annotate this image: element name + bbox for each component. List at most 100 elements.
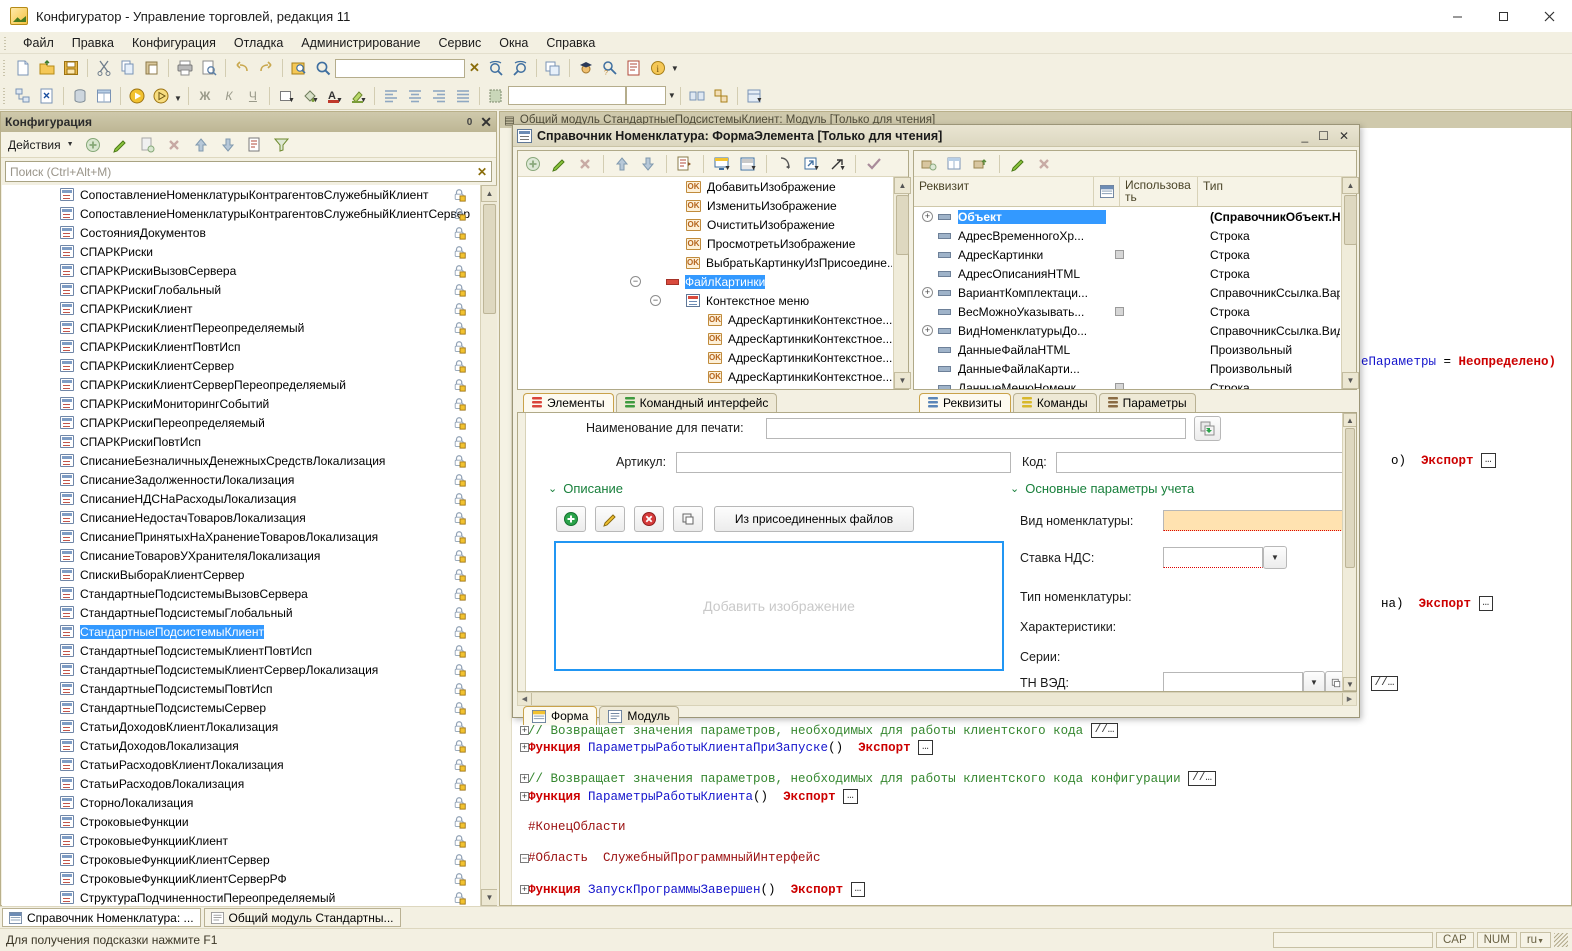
table-row[interactable]: + Объект (СправочникОбъект.Ном... xyxy=(914,207,1340,226)
collapse-arrow-icon[interactable] xyxy=(774,153,796,175)
print-name-input[interactable] xyxy=(766,418,1186,439)
split-display-icon[interactable]: ▼ xyxy=(737,153,759,175)
dialog-close-button[interactable]: ✕ xyxy=(1339,129,1349,143)
start-debug-client-icon[interactable] xyxy=(150,85,172,107)
search-icon[interactable] xyxy=(312,57,334,79)
vat-rate-dropdown-button[interactable]: ▼ xyxy=(1263,546,1287,569)
clear-search-icon[interactable]: ✕ xyxy=(469,60,480,76)
redo-icon[interactable] xyxy=(255,57,277,79)
group-icon[interactable] xyxy=(686,85,708,107)
close-button[interactable] xyxy=(1526,0,1572,32)
fill-color-icon[interactable]: ▼ xyxy=(299,85,321,107)
tree-item[interactable]: СПАРКРискиВызовСервера xyxy=(2,261,497,280)
element-tree-item[interactable]: OK ИзменитьИзображение xyxy=(518,196,892,215)
tree-item[interactable]: СписаниеЗадолженностиЛокализация xyxy=(2,470,497,489)
table-row[interactable]: АдресОписанияHTML Строка xyxy=(914,264,1340,283)
resize-grip[interactable] xyxy=(1554,933,1568,947)
toolbar-grip[interactable] xyxy=(2,86,8,105)
attributes-grid-scrollbar[interactable]: ▲ ▼ xyxy=(1341,177,1359,389)
table-row[interactable]: ДанныеФайлаHTML Произвольный xyxy=(914,340,1340,359)
article-input[interactable] xyxy=(676,452,1011,473)
align-center-icon[interactable] xyxy=(404,85,426,107)
row-expander[interactable]: + xyxy=(922,287,933,298)
tnved-dropdown-button[interactable]: ▼ xyxy=(1303,671,1325,691)
taskbar-button-catalog[interactable]: Справочник Номенклатура: ... xyxy=(2,908,201,927)
hscroll-track[interactable] xyxy=(532,693,1342,705)
tree-item[interactable]: СписаниеПринятыхНаХранениеТоваровЛокализ… xyxy=(2,527,497,546)
copy-icon[interactable] xyxy=(117,57,139,79)
add-attribute-icon[interactable] xyxy=(918,153,940,175)
tree-item[interactable]: СтандартныеПодсистемыСервер xyxy=(2,698,497,717)
add-image-button[interactable] xyxy=(556,506,586,532)
tab-attributes[interactable]: Реквизиты xyxy=(919,393,1011,412)
column-header-usage[interactable]: Использова ть xyxy=(1120,177,1198,206)
tree-item[interactable]: СПАРКРискиКлиентПовтИсп xyxy=(2,337,497,356)
save-icon[interactable] xyxy=(60,57,82,79)
tab-elements[interactable]: Элементы xyxy=(523,393,614,412)
print-icon[interactable] xyxy=(174,57,196,79)
tree-item[interactable]: СтроковыеФункции xyxy=(2,812,497,831)
database-icon[interactable] xyxy=(69,85,91,107)
syntax-check-icon[interactable]: ? xyxy=(599,57,621,79)
chevron-down-icon[interactable]: ▼ xyxy=(336,97,343,104)
scroll-down-button[interactable]: ▼ xyxy=(1343,677,1356,691)
tree-expander[interactable]: − xyxy=(630,276,641,287)
table-row[interactable]: ДанныеФайлаКарти... Произвольный xyxy=(914,359,1340,378)
tree-item[interactable]: СтатьиРасходовКлиентЛокализация xyxy=(2,755,497,774)
chevron-down-icon[interactable]: ⌄ xyxy=(1010,482,1019,495)
tree-item[interactable]: СПАРКРискиКлиент xyxy=(2,299,497,318)
delete-image-button[interactable] xyxy=(634,506,664,532)
new-file-icon[interactable] xyxy=(12,57,34,79)
menu-windows[interactable]: Окна xyxy=(490,34,537,52)
scroll-up-button[interactable]: ▲ xyxy=(481,185,497,202)
tree-item[interactable]: СтруктураПодчиненностиПереопределяемый xyxy=(2,888,497,906)
usage-checkbox[interactable] xyxy=(1114,250,1124,259)
find-in-files-icon[interactable] xyxy=(288,57,310,79)
collapsed-code-box[interactable]: //… xyxy=(1188,771,1216,786)
usage-checkbox[interactable] xyxy=(1114,383,1124,389)
row-expander[interactable]: + xyxy=(922,325,933,336)
chevron-down-icon[interactable]: ▼ xyxy=(67,141,74,148)
tree-item[interactable]: СПАРКРискиПовтИсп xyxy=(2,432,497,451)
element-tree-item-selected[interactable]: − ФайлКартинки xyxy=(518,272,892,291)
tnved-input[interactable] xyxy=(1163,672,1303,691)
table-row[interactable]: + ВариантКомплектаци... СправочникСсылка.В… xyxy=(914,283,1340,302)
element-tree-item[interactable]: OK АдресКартинкиКонтекстное... xyxy=(518,348,892,367)
tree-item[interactable]: СтандартныеПодсистемыПовтИсп xyxy=(2,679,497,698)
scroll-up-button[interactable]: ▲ xyxy=(1342,177,1359,194)
syntax-helper-icon[interactable] xyxy=(575,57,597,79)
undo-icon[interactable] xyxy=(231,57,253,79)
form-preview[interactable]: Наименование для печати: Артикул: Код: ⌄… xyxy=(517,412,1357,692)
tree-item-selected[interactable]: СтандартныеПодсистемыКлиент xyxy=(2,622,497,641)
paste-icon[interactable] xyxy=(141,57,163,79)
tree-item[interactable]: СПАРКРискиГлобальный xyxy=(2,280,497,299)
tab-commands[interactable]: Команды xyxy=(1012,393,1097,412)
ungroup-icon[interactable] xyxy=(710,85,732,107)
usage-checkbox[interactable] xyxy=(1114,307,1124,316)
chevron-down-icon[interactable]: ▼ xyxy=(668,91,676,100)
element-tree-item[interactable]: OK АдресКартинкиКонтекстное... xyxy=(518,310,892,329)
scroll-up-button[interactable]: ▲ xyxy=(894,177,911,194)
delete-attribute-icon[interactable] xyxy=(1033,153,1055,175)
column-header-attribute[interactable]: Реквизит xyxy=(914,177,1094,206)
check-icon[interactable] xyxy=(863,153,885,175)
scroll-thumb[interactable] xyxy=(483,204,496,314)
chevron-down-icon[interactable]: ⌄ xyxy=(548,482,557,495)
element-tree-item[interactable]: OK АдресКартинкиКонтекстное... xyxy=(518,329,892,348)
tab-form[interactable]: Форма xyxy=(523,706,598,725)
scroll-right-button[interactable]: ▶ xyxy=(1342,693,1356,705)
move-element-down-icon[interactable] xyxy=(637,153,659,175)
element-properties-icon[interactable] xyxy=(674,153,696,175)
object-combo[interactable] xyxy=(507,86,626,105)
delete-item-icon[interactable] xyxy=(163,134,185,156)
dialog-maximize-button[interactable]: ☐ xyxy=(1318,129,1329,143)
tree-item[interactable]: СписаниеБезналичныхДенежныхСредствЛокали… xyxy=(2,451,497,470)
scroll-up-button[interactable]: ▲ xyxy=(1343,413,1356,427)
tree-item[interactable]: СопоставлениеНоменклатурыКонтрагентовСлу… xyxy=(2,204,497,223)
collapsed-code-box[interactable]: … xyxy=(1481,453,1496,468)
code-fold-toggle[interactable]: + xyxy=(520,743,529,752)
tree-item[interactable]: СтроковыеФункцииКлиентСерверРФ xyxy=(2,869,497,888)
move-element-up-icon[interactable] xyxy=(611,153,633,175)
tree-item[interactable]: СтандартныеПодсистемыГлобальный xyxy=(2,603,497,622)
menu-grip[interactable] xyxy=(2,34,10,51)
